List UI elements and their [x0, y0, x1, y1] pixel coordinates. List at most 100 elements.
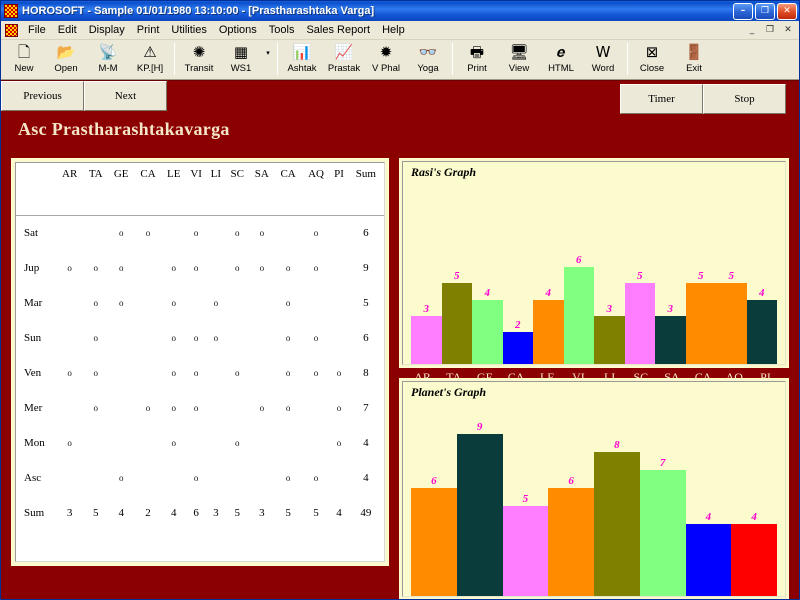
bar-value-label: 4 — [705, 511, 712, 523]
bar — [411, 316, 442, 364]
toolbar-button-open[interactable]: 📂 Open — [45, 41, 87, 78]
bar — [685, 524, 732, 596]
table-cell: o — [171, 262, 176, 273]
toolbar-button-m-m[interactable]: 📡 M-M — [87, 41, 129, 78]
table-cell: o — [259, 402, 265, 413]
menu-item-options[interactable]: Options — [213, 22, 263, 38]
toolbar-button-new[interactable]: 🗋 New — [3, 41, 45, 78]
table-cell: 5 — [92, 506, 99, 519]
exit-door-icon: 🚪 — [684, 43, 704, 61]
grid-barcode-icon: ▦ — [233, 43, 249, 61]
mdi-document-icon — [5, 23, 18, 37]
timer-button[interactable]: Timer — [620, 84, 703, 114]
menu-item-utilities[interactable]: Utilities — [165, 22, 212, 38]
table-cell: o — [234, 262, 240, 273]
toolbar-button-label: New — [14, 63, 34, 74]
menu-item-sales-report[interactable]: Sales Report — [300, 22, 376, 38]
bar — [594, 452, 640, 596]
table-column-header: Sum — [347, 163, 384, 216]
table-cell — [56, 460, 83, 495]
table-cell: o — [313, 262, 319, 273]
bar-value-label: 9 — [476, 421, 483, 433]
menu-item-print[interactable]: Print — [131, 22, 166, 38]
bar-value-label: 2 — [515, 319, 521, 331]
table-cell: 5 — [234, 506, 240, 519]
table-cell: o — [93, 402, 98, 413]
planet-graph-bars: 6 9 5 6 8 7 4 4 — [411, 400, 777, 596]
minimize-button[interactable]: – — [733, 2, 753, 20]
toolbar-button-yoga[interactable]: 👓 Yoga — [407, 41, 449, 78]
table-cell: o — [118, 227, 124, 238]
title-bar: HOROSOFT - Sample 01/01/1980 13:10:00 - … — [1, 1, 799, 21]
toolbar-button-ws1[interactable]: ▦ WS1 — [220, 41, 262, 78]
bar-value-label: 7 — [659, 457, 666, 469]
toolbar-button-close[interactable]: ⊠ Close — [631, 41, 673, 78]
table-cell — [186, 425, 207, 460]
previous-button[interactable]: Previous — [1, 81, 84, 111]
bar-group: 5 — [441, 182, 472, 364]
bar-value-label: 5 — [637, 270, 643, 282]
toolbar-button-label: Print — [467, 63, 487, 74]
menu-item-display[interactable]: Display — [83, 22, 131, 38]
toolbar-button-kp-h[interactable]: ⚠ KP.[H] — [129, 41, 171, 78]
bar — [731, 524, 777, 596]
table-cell — [249, 320, 274, 355]
toolbar-button-prastak[interactable]: 📈 Prastak — [323, 41, 365, 78]
close-button[interactable]: ✕ — [777, 2, 797, 20]
bar — [502, 332, 533, 364]
table-cell — [56, 320, 83, 355]
table-cell: o — [313, 367, 319, 378]
bar — [594, 316, 625, 364]
toolbar-button-ashtak[interactable]: 📊 Ashtak — [281, 41, 323, 78]
table-cell: o — [234, 367, 240, 378]
bar-group: 4 — [533, 182, 564, 364]
table-cell: o — [313, 472, 319, 483]
table-cell: o — [118, 262, 124, 273]
toolbar-button-label: Word — [591, 63, 615, 74]
mdi-close-button[interactable]: ✕ — [780, 23, 796, 37]
menu-item-tools[interactable]: Tools — [263, 22, 301, 38]
chevron-down-icon[interactable]: ▾ — [262, 41, 274, 78]
bar-value-label: 6 — [431, 475, 437, 487]
planet-graph-panel: Planet's Graph 6 9 5 6 8 7 4 4 — [399, 378, 789, 599]
table-sum-row: Sum 3 5 4 2 4 6 3 5 3 5 5 4 49 — [16, 495, 384, 530]
toolbar-button-v-phal[interactable]: ✹ V Phal — [365, 41, 407, 78]
table-row: Sat o o o o o o 6 — [16, 215, 384, 250]
table-cell — [134, 285, 161, 320]
toolbar-separator — [452, 43, 453, 75]
table-cell — [207, 215, 226, 250]
bar — [533, 300, 564, 364]
table-cell: 5 — [313, 506, 319, 519]
mdi-restore-button[interactable]: ❐ — [762, 23, 778, 37]
table-scroll-area[interactable]: AR TA GE CA LE VI LI SC SA CA AQ PI Sum Sat o o o o o o 6 Ju… — [15, 162, 385, 562]
toolbar-button-exit[interactable]: 🚪 Exit — [673, 41, 715, 78]
window-title: HOROSOFT - Sample 01/01/1980 13:10:00 - … — [22, 5, 375, 17]
mdi-minimize-button[interactable]: _ — [744, 23, 760, 37]
toolbar-button-html[interactable]: 𝒆 HTML — [540, 41, 582, 78]
table-cell: 6 — [363, 226, 369, 239]
table-column-header: VI — [185, 163, 207, 216]
planet-graph-plot-area: Planet's Graph 6 9 5 6 8 7 4 4 — [402, 381, 786, 597]
stop-button[interactable]: Stop — [703, 84, 786, 114]
table-cell — [56, 215, 83, 250]
warning-triangle-icon: ⚠ — [143, 43, 157, 61]
menu-item-help[interactable]: Help — [376, 22, 411, 38]
toolbar-button-word[interactable]: W Word — [582, 41, 624, 78]
toolbar-button-print[interactable]: 🖶 Print — [456, 41, 498, 78]
table-cell: 4 — [336, 506, 342, 519]
menu-item-edit[interactable]: Edit — [52, 22, 83, 38]
menu-item-file[interactable]: File — [22, 22, 52, 38]
toolbar-button-transit[interactable]: ✺ Transit — [178, 41, 220, 78]
table-row: Jup o o o o o o o o o 9 — [16, 250, 384, 285]
table-cell — [56, 390, 83, 425]
table-cell: 3 — [213, 506, 219, 519]
next-button[interactable]: Next — [84, 81, 167, 111]
document-client-area: Previous Next Timer Stop Asc Prastharash… — [1, 80, 799, 599]
prastharashtakavarga-table: AR TA GE CA LE VI LI SC SA CA AQ PI Sum Sat o o o o o o 6 Ju… — [16, 163, 384, 530]
bar-group: 5 — [716, 182, 747, 364]
table-cell: o — [193, 227, 199, 238]
toolbar-button-view[interactable]: 🖥 View — [498, 41, 540, 78]
bar-value-label: 6 — [576, 254, 582, 266]
bar-group: 5 — [502, 400, 549, 596]
maximize-button[interactable]: ❐ — [755, 2, 775, 20]
